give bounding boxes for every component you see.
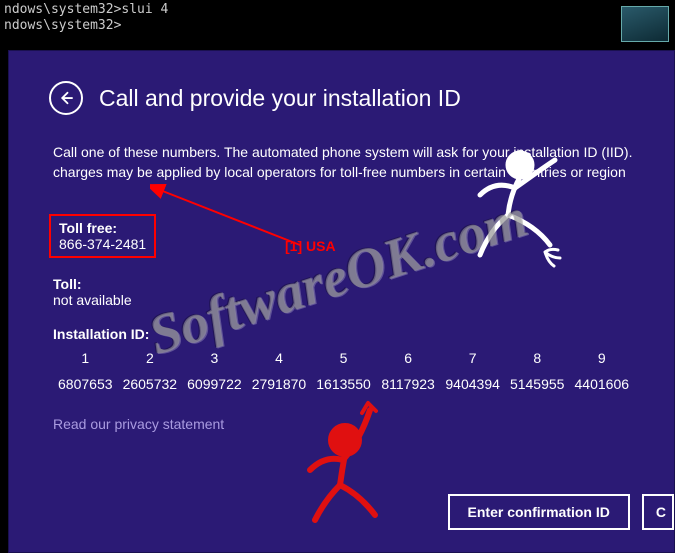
page-title: Call and provide your installation ID	[99, 85, 461, 112]
toll-free-highlight: Toll free: 866-374-2481	[49, 214, 156, 258]
installation-id-column: 3 6099722	[182, 350, 247, 392]
enter-confirmation-button[interactable]: Enter confirmation ID	[448, 494, 630, 530]
installation-id-col-value: 5145955	[505, 376, 570, 392]
dialog-header: Call and provide your installation ID	[49, 81, 634, 115]
installation-id-column: 5 1613550	[311, 350, 376, 392]
installation-id-col-number: 1	[53, 350, 118, 366]
toll-label: Toll:	[53, 276, 634, 292]
window-thumbnail	[621, 6, 669, 42]
description-text: Call one of these numbers. The automated…	[49, 143, 634, 182]
installation-id-column: 4 2791870	[247, 350, 312, 392]
toll-free-label: Toll free:	[59, 220, 146, 236]
installation-id-column: 2 2605732	[118, 350, 183, 392]
installation-id-col-value: 8117923	[376, 376, 441, 392]
arrow-left-icon	[57, 89, 75, 107]
back-button[interactable]	[49, 81, 83, 115]
privacy-link[interactable]: Read our privacy statement	[49, 416, 224, 432]
installation-id-col-value: 2605732	[118, 376, 183, 392]
installation-id-col-value: 9404394	[440, 376, 505, 392]
installation-id-label: Installation ID:	[53, 326, 634, 342]
terminal-line: ndows\system32>	[4, 18, 671, 34]
installation-id-col-number: 4	[247, 350, 312, 366]
installation-id-col-number: 3	[182, 350, 247, 366]
toll-block: Toll: not available	[49, 276, 634, 308]
toll-free-number: 866-374-2481	[59, 236, 146, 252]
installation-id-col-number: 9	[570, 350, 635, 366]
installation-id-col-number: 5	[311, 350, 376, 366]
cancel-button-cut[interactable]: C	[642, 494, 674, 530]
installation-id-col-value: 2791870	[247, 376, 312, 392]
installation-id-column: 8 5145955	[505, 350, 570, 392]
installation-id-column: 9 4401606	[570, 350, 635, 392]
installation-id-col-value: 1613550	[311, 376, 376, 392]
dialog-footer: Enter confirmation ID C	[448, 494, 674, 530]
installation-id-section: Installation ID: 1 68076532 2605732 3 609972…	[49, 326, 634, 392]
installation-id-col-number: 8	[505, 350, 570, 366]
installation-id-col-value: 6099722	[182, 376, 247, 392]
installation-id-column: 1 6807653	[53, 350, 118, 392]
activation-dialog: Call and provide your installation ID Ca…	[8, 50, 675, 553]
installation-id-col-number: 2	[118, 350, 183, 366]
installation-id-column: 7 9404394	[440, 350, 505, 392]
installation-id-col-value: 4401606	[570, 376, 635, 392]
installation-id-column: 6 8117923	[376, 350, 441, 392]
installation-id-col-number: 6	[376, 350, 441, 366]
installation-id-col-value: 6807653	[53, 376, 118, 392]
annotation-label-usa: [1] USA	[285, 238, 336, 254]
toll-value: not available	[53, 292, 634, 308]
installation-id-table: 1 68076532 2605732 3 60997224 2791870 5 1613550…	[53, 350, 634, 392]
terminal-line: ndows\system32>slui 4	[4, 2, 671, 18]
installation-id-col-number: 7	[440, 350, 505, 366]
terminal-background: ndows\system32>slui 4 ndows\system32>	[0, 0, 675, 50]
